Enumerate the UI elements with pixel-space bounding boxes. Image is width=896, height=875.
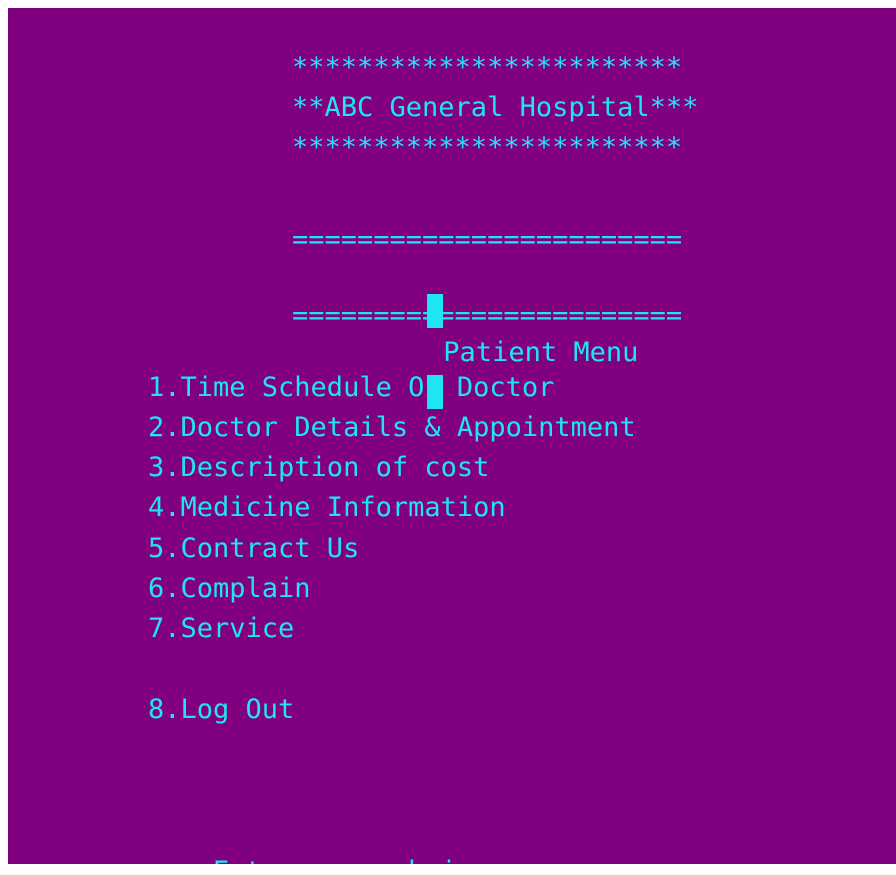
menu-rule-bottom: ======================== — [292, 300, 683, 331]
hospital-title: **ABC General Hospital*** — [292, 92, 699, 123]
menu-item-service: 7.Service — [148, 613, 295, 644]
menu-title-row: Patient Menu — [362, 252, 655, 409]
menu-item-time-schedule: 1.Time Schedule Of Doctor — [148, 372, 555, 403]
menu-item-doctor-details: 2.Doctor Details & Appointment — [148, 412, 636, 443]
menu-item-description-cost: 3.Description of cost — [148, 452, 490, 483]
console-window[interactable]: ************************ **ABC General H… — [8, 8, 896, 864]
menu-item-logout: 8.Log Out — [148, 694, 295, 725]
header-stars-bottom: ************************ — [292, 132, 683, 163]
choice-prompt-row[interactable]: Enter your choice: — [148, 811, 520, 865]
menu-title: Patient Menu — [443, 337, 639, 368]
header-stars-top: ************************ — [292, 52, 683, 83]
menu-item-medicine-info: 4.Medicine Information — [148, 492, 506, 523]
menu-item-contract-us: 5.Contract Us — [148, 533, 360, 564]
choice-prompt: Enter your choice: — [213, 856, 506, 865]
menu-item-complain: 6.Complain — [148, 573, 311, 604]
